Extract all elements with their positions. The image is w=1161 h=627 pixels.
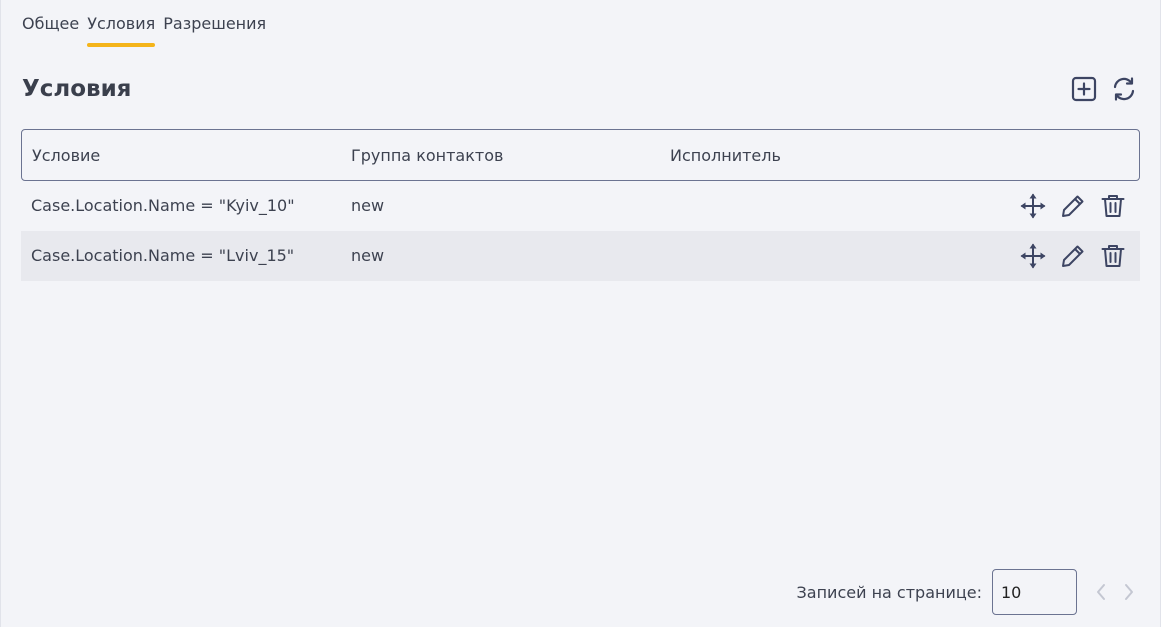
edit-button[interactable] bbox=[1058, 191, 1088, 221]
contact-group-cell: new bbox=[351, 246, 385, 265]
delete-button[interactable] bbox=[1098, 241, 1128, 271]
page-title: Условия bbox=[22, 76, 132, 102]
pagination: Записей на странице: bbox=[797, 569, 1139, 615]
add-square-icon bbox=[1071, 76, 1097, 102]
next-page-button[interactable] bbox=[1119, 577, 1139, 607]
edit-button[interactable] bbox=[1058, 241, 1088, 271]
refresh-icon bbox=[1113, 77, 1135, 101]
condition-cell: Case.Location.Name = "Kyiv_10" bbox=[31, 196, 295, 215]
move-button[interactable] bbox=[1018, 191, 1048, 221]
row-actions bbox=[1018, 191, 1128, 221]
move-icon bbox=[1020, 243, 1046, 269]
column-header-executor[interactable]: Исполнитель bbox=[670, 146, 781, 165]
table-row[interactable]: Case.Location.Name = "Kyiv_10" new bbox=[21, 181, 1140, 231]
condition-cell: Case.Location.Name = "Lviv_15" bbox=[31, 246, 295, 265]
header-actions bbox=[1069, 74, 1139, 104]
column-header-condition[interactable]: Условие bbox=[32, 146, 100, 165]
add-button[interactable] bbox=[1069, 74, 1099, 104]
tab-bar: Общее Условия Разрешения bbox=[22, 12, 274, 48]
move-button[interactable] bbox=[1018, 241, 1048, 271]
tab-permissions[interactable]: Разрешения bbox=[163, 12, 266, 48]
refresh-button[interactable] bbox=[1109, 74, 1139, 104]
row-actions bbox=[1018, 241, 1128, 271]
table-header: Условие Группа контактов Исполнитель bbox=[21, 129, 1140, 181]
delete-button[interactable] bbox=[1098, 191, 1128, 221]
tab-conditions[interactable]: Условия bbox=[87, 12, 156, 48]
pager-nav bbox=[1091, 577, 1139, 607]
table-row[interactable]: Case.Location.Name = "Lviv_15" new bbox=[21, 231, 1140, 281]
chevron-right-icon bbox=[1125, 584, 1133, 600]
edit-pencil-icon bbox=[1062, 245, 1084, 267]
column-header-contact-group[interactable]: Группа контактов bbox=[351, 146, 503, 165]
tab-general[interactable]: Общее bbox=[22, 12, 79, 48]
edit-pencil-icon bbox=[1062, 195, 1084, 217]
contact-group-cell: new bbox=[351, 196, 385, 215]
move-icon bbox=[1020, 193, 1046, 219]
page-size-label: Записей на странице: bbox=[796, 582, 982, 602]
trash-icon bbox=[1101, 195, 1125, 217]
prev-page-button[interactable] bbox=[1091, 577, 1111, 607]
left-border bbox=[0, 0, 1, 627]
page-size-input[interactable] bbox=[992, 569, 1077, 615]
trash-icon bbox=[1101, 245, 1125, 267]
chevron-left-icon bbox=[1097, 584, 1105, 600]
